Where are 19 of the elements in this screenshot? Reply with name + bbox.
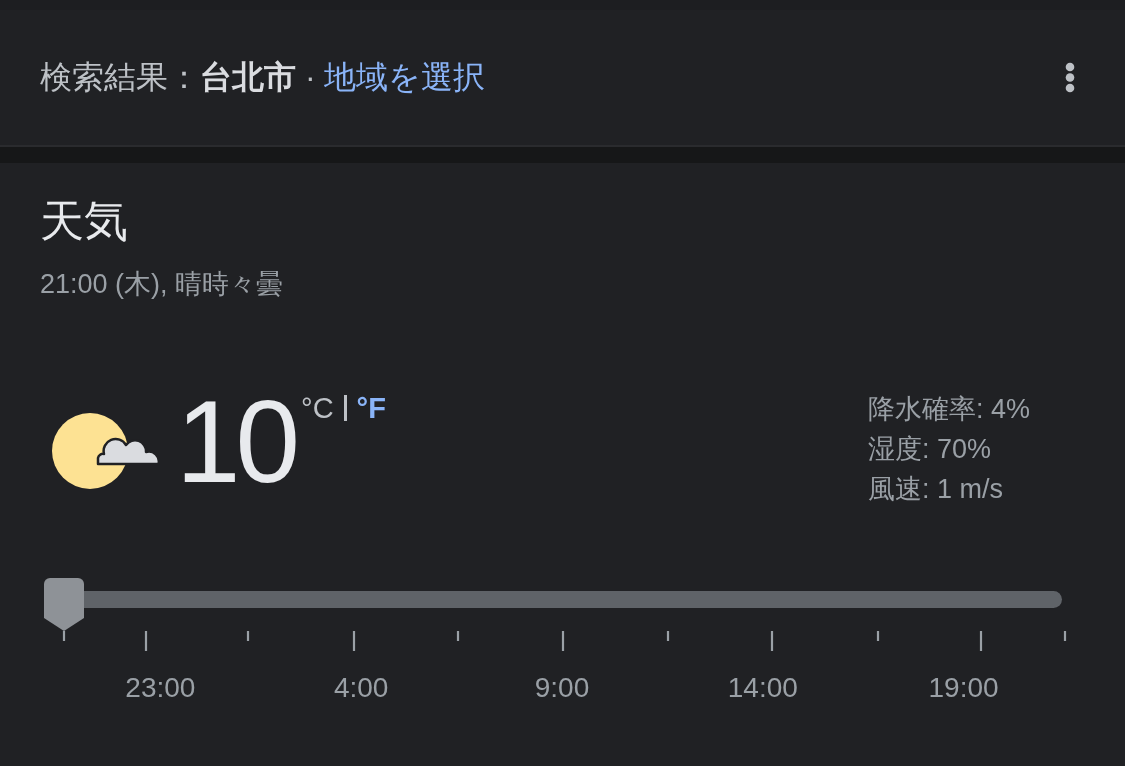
unit-option[interactable]: °F bbox=[356, 391, 386, 425]
time-label: 19:00 bbox=[928, 671, 999, 705]
slider-thumb[interactable] bbox=[44, 578, 84, 631]
more-options-button[interactable] bbox=[1065, 62, 1075, 93]
time-label: 9:00 bbox=[534, 671, 590, 705]
weather-detail: 降水確率: 4% bbox=[868, 393, 1031, 426]
temperature-value: 10 bbox=[176, 392, 296, 492]
unit-option[interactable]: °C bbox=[301, 391, 334, 425]
sun-cloud-icon bbox=[52, 413, 160, 489]
weather-detail: 風速: 1 m/s bbox=[868, 473, 1003, 506]
search-result-label: 検索結果：台北市 · bbox=[40, 57, 316, 97]
weather-title: 天気 bbox=[40, 195, 128, 247]
time-label: 4:00 bbox=[333, 671, 389, 705]
region-select-link[interactable]: 地域を選択 bbox=[323, 55, 485, 100]
weather-condition: 21:00 (木), 晴時々曇 bbox=[40, 268, 284, 301]
time-label: 14:00 bbox=[727, 671, 798, 705]
kebab-menu-icon bbox=[1065, 62, 1075, 93]
weather-detail: 湿度: 70% bbox=[868, 433, 992, 466]
time-label: 23:00 bbox=[125, 671, 196, 705]
